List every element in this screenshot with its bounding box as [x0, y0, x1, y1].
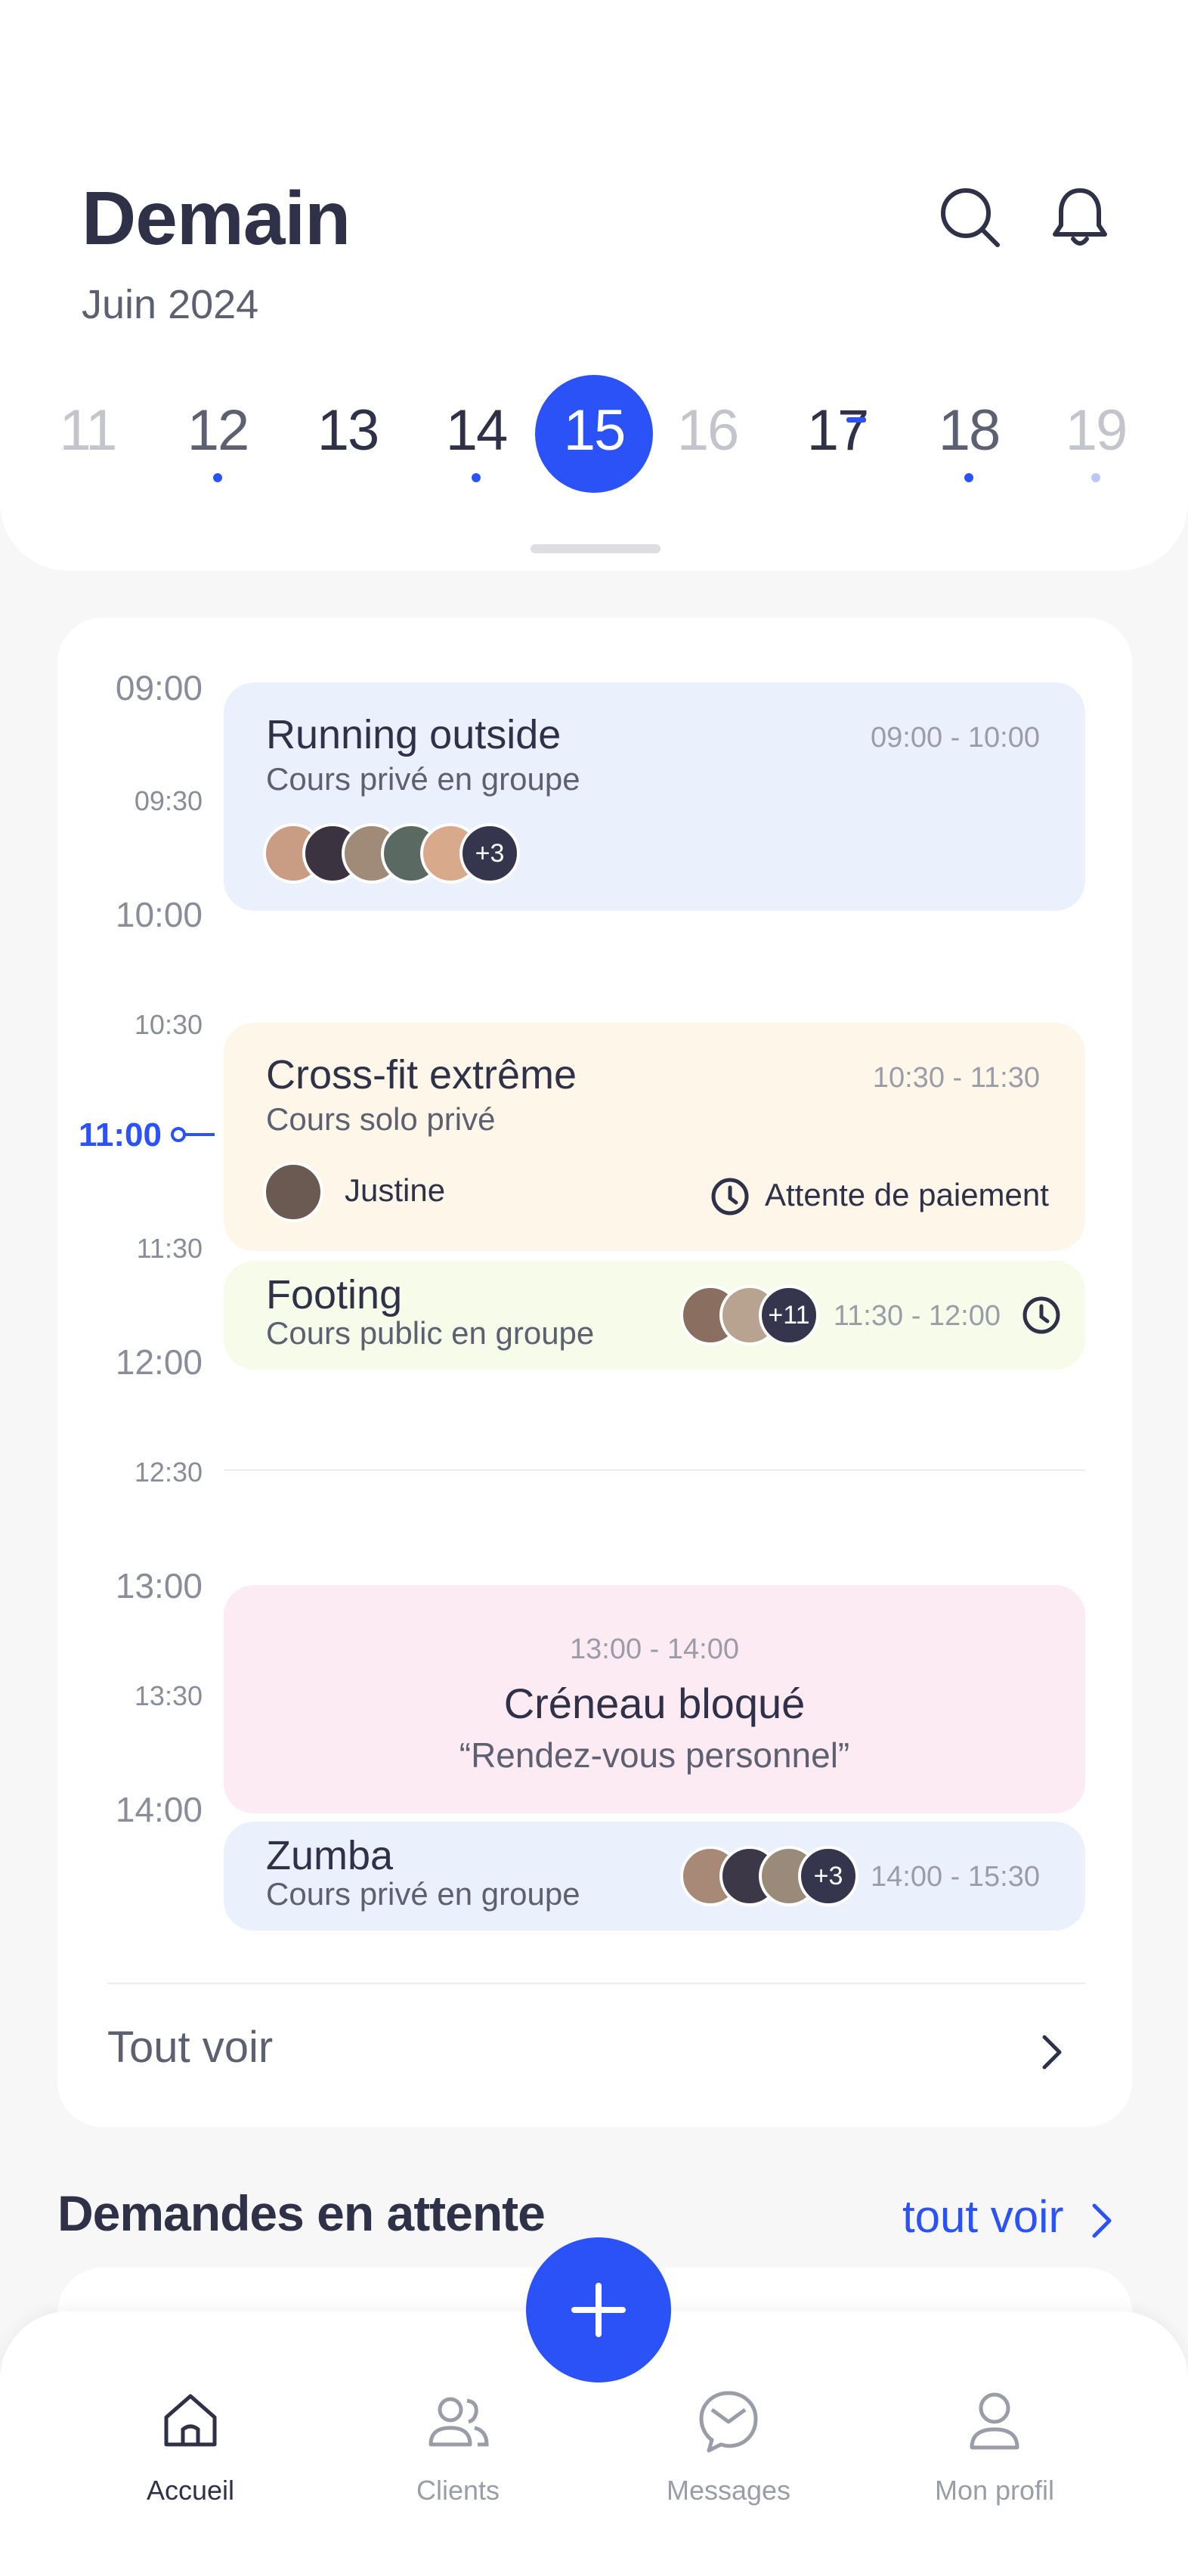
date-strip: 11 12 13 14 15 16 17 18 19 [0, 370, 1188, 506]
event-title: Cross-fit extrême [266, 1052, 577, 1098]
event-dot [472, 473, 481, 482]
event-subtitle: Cours public en groupe [266, 1315, 595, 1351]
event-title: Footing [266, 1272, 403, 1317]
avatar [263, 1162, 323, 1222]
date-number: 15 [563, 398, 626, 463]
blocked-note: “Rendez-vous personnel” [459, 1735, 850, 1775]
blocked-slot-card[interactable]: 13:00 - 14:00 Créneau bloqué “Rendez-vou… [224, 1585, 1085, 1813]
nav-label: Accueil [146, 2475, 235, 2506]
nav-label: Messages [666, 2475, 791, 2506]
participant-name: Justine [345, 1172, 446, 1208]
event-time: 10:30 - 11:30 [872, 1062, 1040, 1094]
drag-handle[interactable] [531, 544, 661, 553]
nav-item-clients[interactable]: Clients [360, 2387, 556, 2506]
more-participants-badge: +11 [759, 1285, 819, 1345]
participant-avatars: +11 [680, 1285, 824, 1345]
more-participants-badge: +3 [798, 1846, 859, 1906]
blocked-title: Créneau bloqué [503, 1680, 806, 1727]
time-label: 14:00 [115, 1790, 203, 1829]
date-number: 18 [938, 398, 1001, 463]
nav-label: Clients [416, 2475, 500, 2506]
time-label: 09:30 [134, 785, 203, 816]
chevron-right-icon[interactable] [1088, 2201, 1115, 2240]
today-marker [846, 417, 866, 423]
month-label: Juin 2024 [82, 282, 259, 327]
date-item[interactable]: 14 [416, 370, 537, 491]
date-number: 11 [59, 398, 118, 463]
event-dot [1091, 473, 1100, 482]
chevron-right-icon[interactable] [1037, 2031, 1067, 2073]
nav-item-profile[interactable]: Mon profil [896, 2387, 1093, 2506]
current-time-label: 11:00 [78, 1116, 162, 1153]
empty-slot-divider [224, 1469, 1085, 1471]
event-time: 11:30 - 12:00 [833, 1300, 1001, 1332]
event-card-footing[interactable]: Footing Cours public en groupe +11 11:30… [224, 1261, 1085, 1370]
time-label: 12:00 [115, 1342, 203, 1382]
plus-icon [571, 2283, 626, 2337]
header: Demain Juin 2024 11 12 13 14 15 16 17 18… [0, 0, 1188, 571]
date-number: 17 [806, 398, 870, 463]
time-label: 13:00 [115, 1566, 203, 1605]
participant-avatars [263, 1162, 326, 1222]
event-title: Running outside [266, 712, 562, 757]
event-subtitle: Cours solo privé [266, 1101, 496, 1137]
home-icon [164, 2394, 217, 2447]
date-item[interactable]: 12 [157, 370, 278, 491]
user-icon [970, 2392, 1019, 2450]
date-number: 12 [187, 398, 250, 463]
date-number: 14 [445, 398, 509, 463]
add-button[interactable] [526, 2237, 671, 2382]
event-subtitle: Cours privé en groupe [266, 761, 580, 797]
time-label: 10:30 [134, 1009, 203, 1040]
blocked-time: 13:00 - 14:00 [570, 1633, 739, 1665]
clock-icon [709, 1175, 751, 1218]
date-number: 16 [676, 398, 740, 463]
date-item-selected[interactable]: 15 [534, 370, 654, 493]
date-number: 13 [317, 398, 380, 463]
date-item[interactable]: 19 [1035, 370, 1156, 491]
more-participants-badge: +3 [459, 823, 520, 884]
see-all-link[interactable]: Tout voir [107, 2022, 273, 2073]
date-item[interactable]: 11 [27, 370, 148, 491]
payment-status: Attente de paiement [765, 1177, 1049, 1212]
event-card-crossfit[interactable]: Cross-fit extrême Cours solo privé 10:30… [224, 1023, 1085, 1251]
event-card-zumba[interactable]: Zumba Cours privé en groupe +3 14:00 - 1… [224, 1822, 1085, 1930]
schedule-card: 09:00 09:30 10:00 10:30 11:00 11:30 12:0… [57, 618, 1132, 2127]
pending-see-all-link[interactable]: tout voir [902, 2191, 1063, 2243]
event-dot [213, 473, 222, 482]
event-subtitle: Cours privé en groupe [266, 1876, 580, 1912]
time-label: 13:30 [134, 1680, 203, 1711]
date-item[interactable]: 13 [287, 370, 408, 491]
search-icon[interactable] [936, 183, 1004, 251]
event-card-running[interactable]: Running outside Cours privé en groupe 09… [224, 683, 1085, 911]
time-label: 12:30 [134, 1457, 203, 1488]
event-time: 09:00 - 10:00 [871, 722, 1040, 754]
participant-avatars: +3 [680, 1846, 866, 1906]
section-title: Demandes en attente [57, 2185, 546, 2241]
users-icon [428, 2397, 489, 2447]
event-time: 14:00 - 15:30 [871, 1861, 1040, 1893]
divider [107, 1983, 1085, 1984]
time-label: 09:00 [115, 668, 203, 707]
current-time-indicator [171, 1127, 215, 1142]
date-item[interactable]: 16 [647, 370, 768, 491]
message-icon [699, 2391, 758, 2453]
date-item[interactable]: 18 [908, 370, 1029, 491]
nav-item-messages[interactable]: Messages [630, 2387, 827, 2506]
event-title: Zumba [266, 1833, 394, 1878]
date-number: 19 [1065, 398, 1128, 463]
time-label: 11:30 [136, 1233, 203, 1264]
date-item-today[interactable]: 17 [777, 370, 898, 491]
event-dot [964, 473, 973, 482]
bell-icon[interactable] [1046, 183, 1114, 251]
nav-item-home[interactable]: Accueil [92, 2387, 289, 2506]
page-title: Demain [82, 176, 351, 261]
nav-label: Mon profil [934, 2475, 1055, 2506]
time-label: 10:00 [115, 895, 203, 934]
participant-avatars: +3 [263, 823, 520, 884]
clock-icon [1020, 1294, 1063, 1336]
